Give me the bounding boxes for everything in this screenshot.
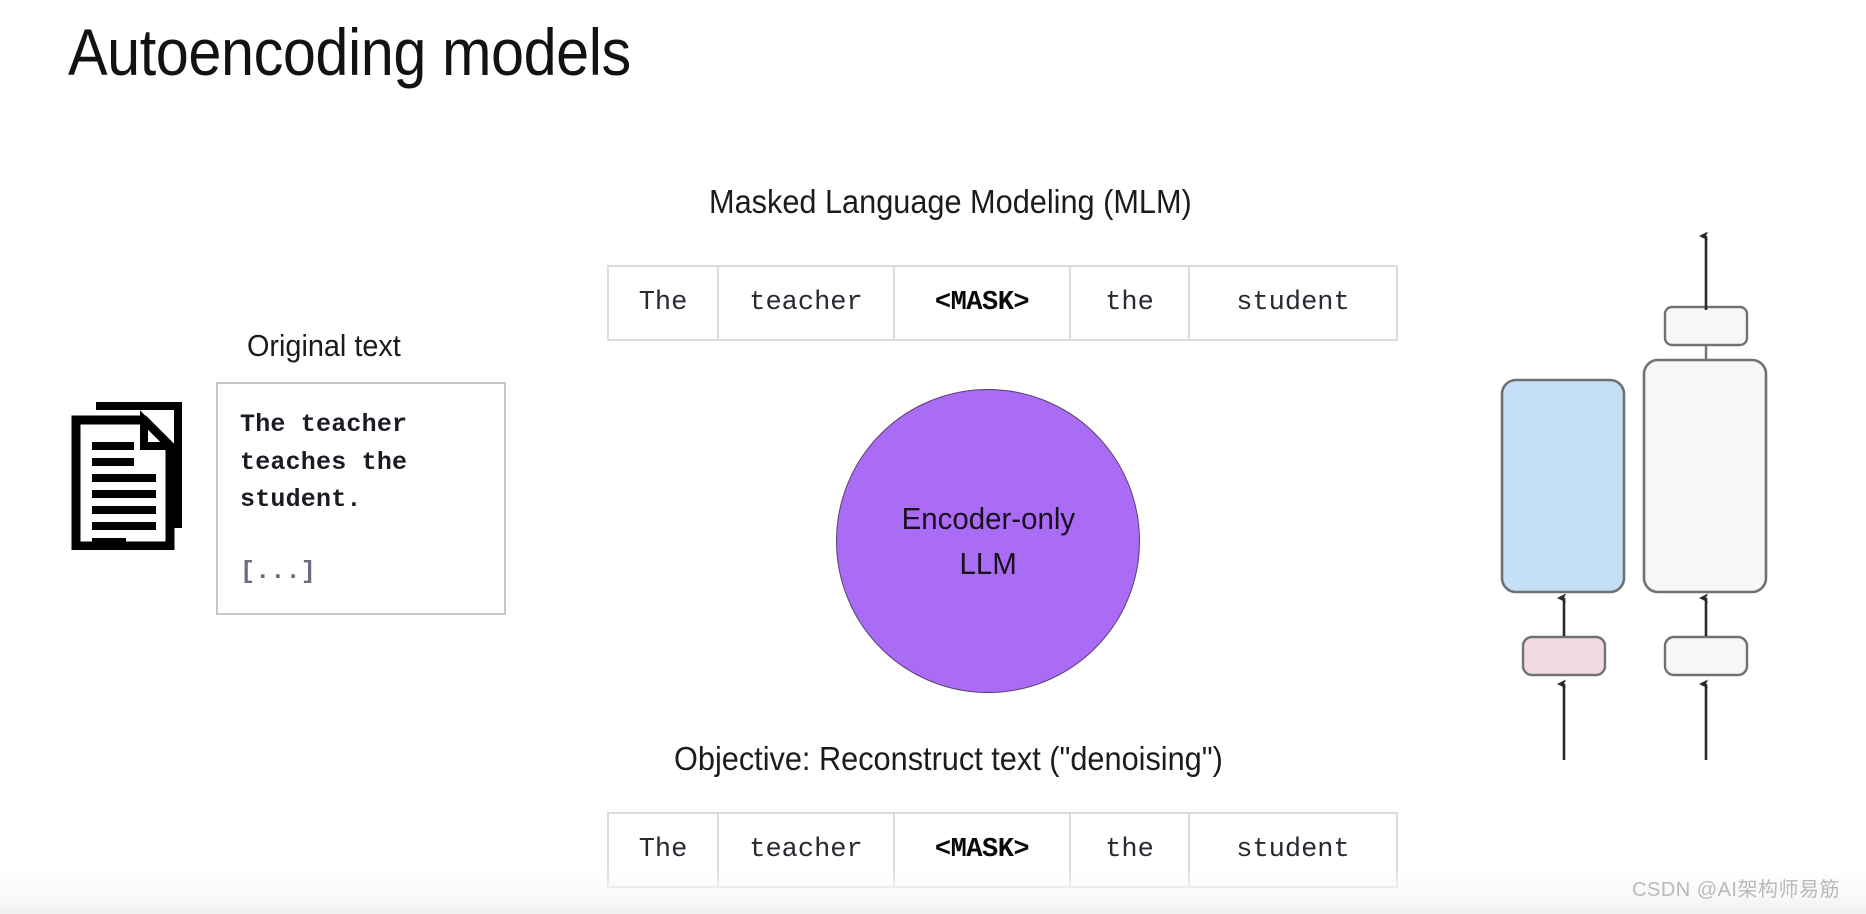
token-cell: the [1071,814,1190,886]
watermark: CSDN @AI架构师易筋 [1632,879,1840,901]
token-cell: teacher [719,267,895,339]
original-text-ellipsis: [...] [240,556,317,586]
original-text-line-3: student. [240,485,362,514]
token-cell: the [1071,267,1190,339]
document-stack-icon [70,398,190,551]
encoder-label-line-1: Encoder-only [901,501,1075,536]
token-cell: teacher [719,814,895,886]
original-text-line-2: teaches the [240,447,408,477]
token-row-masked-input: The teacher <MASK> the student [607,265,1398,341]
page-title: Autoencoding models [68,15,631,89]
token-cell: The [609,267,719,339]
token-cell: The [609,814,719,886]
original-text-box: The teacher teaches the student. [...] [216,382,506,615]
original-text-label: Original text [247,328,401,363]
mlm-heading: Masked Language Modeling (MLM) [709,183,1192,220]
encoder-only-llm-node: Encoder-only LLM [836,389,1140,693]
token-cell: student [1190,814,1398,886]
encoder-label-line-2: LLM [959,546,1017,581]
token-cell-mask: <MASK> [895,267,1071,339]
original-text-line-1: The teacher [240,410,408,439]
token-cell: student [1190,267,1398,339]
token-row-reconstructed-output: The teacher <MASK> the student [607,812,1398,888]
token-cell-mask: <MASK> [895,814,1071,886]
objective-heading: Objective: Reconstruct text ("denoising"… [674,740,1223,777]
transformer-architecture-diagram [1480,231,1866,762]
